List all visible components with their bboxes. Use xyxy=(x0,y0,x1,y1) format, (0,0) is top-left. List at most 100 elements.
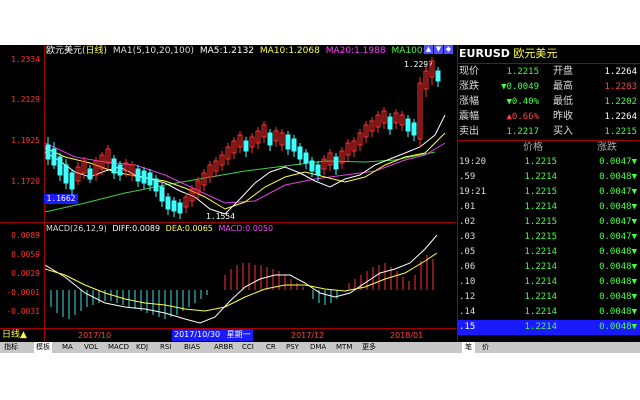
tick-price: 1.2214 xyxy=(524,247,557,257)
zoom-in-icon[interactable]: ▲ xyxy=(424,45,433,54)
cursor-date-value: 2017/10/30 xyxy=(174,330,221,339)
macd-chart[interactable] xyxy=(45,235,456,327)
tick-time: .10 xyxy=(459,277,476,287)
ma20-value: MA20:1.1988 xyxy=(325,46,386,56)
tab-psy[interactable]: PSY xyxy=(286,342,299,353)
tick-row: .06 1.2214 0.0048▼ xyxy=(457,260,640,275)
tick-row: .01 1.2214 0.0048▼ xyxy=(457,200,640,215)
tab-rsi[interactable]: RSI xyxy=(160,342,171,353)
quote-symbol: EURUSD xyxy=(459,47,510,60)
tab-macd[interactable]: MACD xyxy=(108,342,129,353)
tick-time: .01 xyxy=(459,202,476,212)
tick-change: 0.0048▼ xyxy=(599,277,637,287)
tab-mtm[interactable]: MTM xyxy=(336,342,352,353)
tick-change: 0.0048▼ xyxy=(599,172,637,182)
macd-histogram xyxy=(50,255,434,319)
tick-time: 19:21 xyxy=(459,187,487,197)
tick-price: 1.2214 xyxy=(524,307,557,317)
tick-change: 0.0048▼ xyxy=(599,262,637,272)
tick-time: .14 xyxy=(459,307,476,317)
tick-price: 1.2214 xyxy=(524,322,557,332)
price-tick: 1.1925 xyxy=(11,136,40,145)
tab-price[interactable]: 价 xyxy=(482,342,489,353)
tab-more[interactable]: 更多 xyxy=(362,342,376,353)
quote-row: 震幅 ▲0.66% 昨收 1.2264 xyxy=(457,110,640,124)
trading-terminal: 欧元美元(日线) MA1(5,10,20,100) MA5:1.2132 MA1… xyxy=(0,45,640,353)
tab-dma[interactable]: DMA xyxy=(310,342,326,353)
tab-cr[interactable]: CR xyxy=(266,342,276,353)
quote-value: ▲0.66% xyxy=(506,112,539,122)
tick-change: 0.0047▼ xyxy=(599,232,637,242)
quote-label: 买入 xyxy=(553,126,573,137)
restore-icon[interactable]: ◆ xyxy=(444,45,453,54)
tick-row: 19:21 1.2215 0.0047▼ xyxy=(457,185,640,200)
ticks-header-price: 价格 xyxy=(523,142,543,153)
quote-panel: EURUSD 欧元美元 现价 1.2215 开盘 1.2264 涨跌 ▼0.00… xyxy=(457,45,640,343)
macd-tick: -0.0031 xyxy=(6,307,40,316)
quote-title: EURUSD 欧元美元 xyxy=(459,45,557,63)
tab-trades[interactable]: 笔 xyxy=(462,342,475,353)
quote-value: 1.2264 xyxy=(604,67,637,77)
tick-change: 0.0048▼ xyxy=(599,247,637,257)
tick-time: .15 xyxy=(459,322,476,332)
tick-change: 0.0048▼ xyxy=(599,292,637,302)
cursor-date: 2017/10/30 星期一 xyxy=(172,329,253,341)
tick-row: .03 1.2215 0.0047▼ xyxy=(457,230,640,245)
tick-change: 0.0047▼ xyxy=(599,217,637,227)
period-label[interactable]: (日线) xyxy=(82,46,107,56)
candles xyxy=(45,57,441,219)
ma100-value: MA100: xyxy=(391,46,426,56)
tick-row: .59 1.2214 0.0048▼ xyxy=(457,170,640,185)
tab-ma[interactable]: MA xyxy=(62,342,73,353)
date-tick: 2017/12 xyxy=(291,331,325,340)
candlestick-chart[interactable] xyxy=(45,57,456,221)
quote-label: 涨幅 xyxy=(459,96,479,107)
tick-time: .03 xyxy=(459,232,476,242)
quote-value: 1.2202 xyxy=(604,97,637,107)
tick-row: .05 1.2214 0.0048▼ xyxy=(457,245,640,260)
tick-change: 0.0047▼ xyxy=(599,157,637,167)
tick-price: 1.2215 xyxy=(524,157,557,167)
quote-row: 涨幅 ▼0.40% 最低 1.2202 xyxy=(457,95,640,109)
price-tick: 1.2129 xyxy=(11,95,40,104)
quote-label: 最低 xyxy=(553,96,573,107)
tab-indicator[interactable]: 指标 xyxy=(4,342,18,353)
tick-price: 1.2214 xyxy=(524,277,557,287)
indicator-tab-bar: 指标 模板 MA VOL MACD KDJ RSI BIAS ARBR CCI … xyxy=(0,342,640,353)
tick-row: .02 1.2215 0.0047▼ xyxy=(457,215,640,230)
tab-template[interactable]: 模板 xyxy=(34,342,52,353)
tick-price: 1.2215 xyxy=(524,217,557,227)
quote-row: 现价 1.2215 开盘 1.2264 xyxy=(457,65,640,79)
tab-arbr[interactable]: ARBR xyxy=(214,342,233,353)
tick-time: .02 xyxy=(459,217,476,227)
macd-tick: 0.0059 xyxy=(11,250,40,259)
tab-vol[interactable]: VOL xyxy=(84,342,98,353)
quote-name: 欧元美元 xyxy=(513,47,558,60)
tick-price: 1.2215 xyxy=(524,232,557,242)
tick-row-selected[interactable]: .15 1.2214 0.0048▼ xyxy=(457,320,640,335)
tick-time: .12 xyxy=(459,292,476,302)
macd-tick: 0.0029 xyxy=(11,269,40,278)
quote-label: 卖出 xyxy=(459,126,479,137)
quote-label: 开盘 xyxy=(553,66,573,77)
macd-diff-line xyxy=(45,235,438,324)
tick-time: .06 xyxy=(459,262,476,272)
tick-row: 19:20 1.2215 0.0047▼ xyxy=(457,155,640,170)
ticks-header-change: 涨跌 xyxy=(597,142,617,153)
tick-row: .12 1.2214 0.0048▼ xyxy=(457,290,640,305)
tick-price: 1.2214 xyxy=(524,262,557,272)
quote-value: ▼0.0049 xyxy=(501,82,539,92)
ma5-value: MA5:1.2132 xyxy=(199,46,255,56)
price-tick: 1.2334 xyxy=(11,55,40,64)
period-indicator[interactable]: 日线▲ xyxy=(2,329,27,342)
tab-kdj[interactable]: KDJ xyxy=(136,342,148,353)
tab-bias[interactable]: BIAS xyxy=(184,342,200,353)
zoom-out-icon[interactable]: ▼ xyxy=(434,45,443,54)
date-tick: 2018/01 xyxy=(390,331,424,340)
macd-label: MACD(26,12,9) xyxy=(46,224,107,233)
macd-value: MACD:0.0050 xyxy=(218,224,274,233)
ma-label: MA1(5,10,20,100) xyxy=(112,46,194,56)
chart-area[interactable]: 欧元美元(日线) MA1(5,10,20,100) MA5:1.2132 MA1… xyxy=(0,45,456,342)
quote-label: 涨跌 xyxy=(459,81,479,92)
tab-cci[interactable]: CCI xyxy=(242,342,254,353)
